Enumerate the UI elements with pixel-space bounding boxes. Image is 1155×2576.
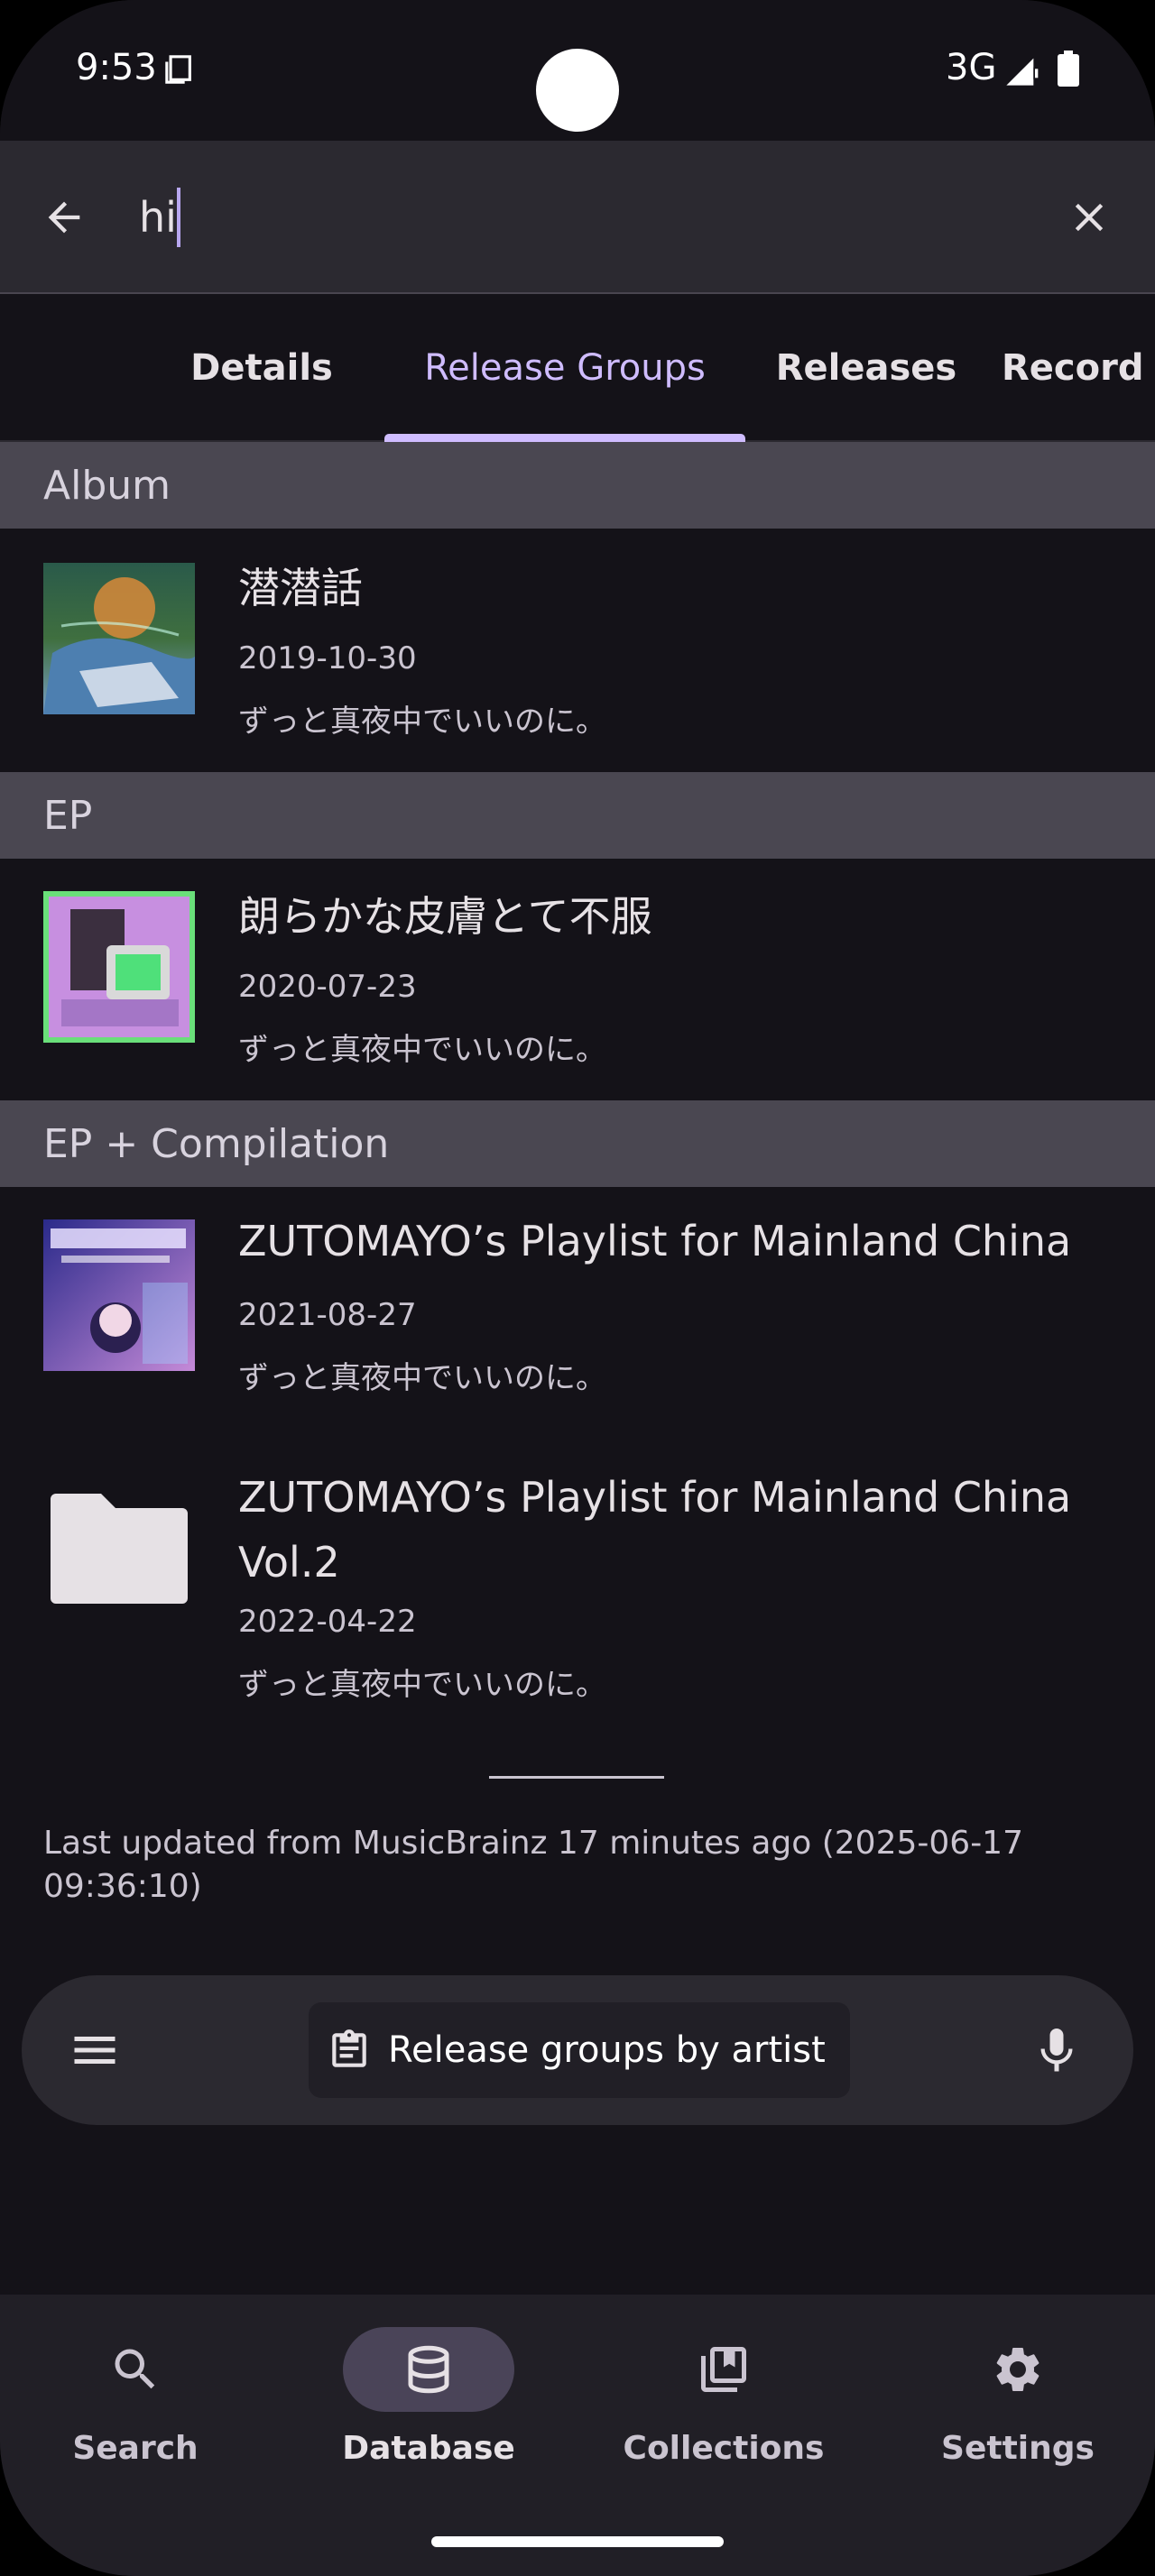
- search-input[interactable]: [139, 179, 1041, 256]
- search-bar: [0, 141, 1155, 294]
- database-icon: [408, 2345, 449, 2394]
- tab-indicator: [384, 434, 745, 442]
- nav-indicator: [50, 2327, 221, 2412]
- section-header-album: Album: [0, 442, 1155, 529]
- release-group-artist: ずっと真夜中でいいのに。: [238, 704, 606, 740]
- nav-label: Database: [342, 2430, 515, 2467]
- network-type: 3G: [946, 47, 997, 88]
- gear-icon: [996, 2348, 1040, 2391]
- nav-indicator: [343, 2327, 514, 2412]
- text-caret: [177, 188, 180, 247]
- nav-indicator: [932, 2327, 1104, 2412]
- bottom-search-bar: Release groups by artist: [22, 1975, 1133, 2125]
- album-art: [43, 891, 195, 1043]
- phone-screen: 9:53 3G Deta: [0, 0, 1155, 2576]
- list-item[interactable]: 潜潜話 2019-10-30 ずっと真夜中でいいのに。: [0, 529, 1155, 772]
- status-time: 9:53: [76, 47, 157, 88]
- bottom-navigation: Search Database Collections Settings: [0, 2295, 1155, 2576]
- list-item[interactable]: ZUTOMAYO’s Playlist for Mainland China V…: [0, 1429, 1155, 1735]
- tab-bar: Details Release Groups Releases Record: [0, 294, 1155, 442]
- list-item[interactable]: 朗らかな皮膚とて不服 2020-07-23 ずっと真夜中でいいのに。: [0, 859, 1155, 1100]
- tab-releases[interactable]: Releases: [767, 294, 966, 442]
- divider: [489, 1776, 664, 1779]
- arrow-back-icon: [48, 201, 80, 234]
- section-header-ep-compilation: EP + Compilation: [0, 1100, 1155, 1187]
- status-bar: 9:53 3G: [0, 0, 1155, 141]
- album-art: [43, 1219, 195, 1371]
- front-camera: [536, 49, 619, 132]
- list-item[interactable]: ZUTOMAYO’s Playlist for Mainland China 2…: [0, 1187, 1155, 1429]
- collections-icon: [701, 2347, 746, 2392]
- search-type-label: Release groups by artist: [388, 2029, 826, 2071]
- nav-item-search[interactable]: Search: [18, 2327, 253, 2489]
- voice-search-button[interactable]: [1025, 2015, 1088, 2087]
- close-icon: [1075, 203, 1104, 232]
- search-type-chip[interactable]: Release groups by artist: [309, 2002, 850, 2098]
- sim-card-icon: [165, 55, 191, 84]
- nav-label: Collections: [623, 2430, 825, 2467]
- section-header-ep: EP: [0, 772, 1155, 859]
- search-icon: [115, 2349, 155, 2389]
- home-indicator[interactable]: [431, 2536, 724, 2547]
- microphone-icon: [1040, 2029, 1073, 2072]
- release-group-title: 潜潜話: [238, 564, 363, 612]
- album-art: [43, 563, 195, 714]
- back-button[interactable]: [32, 186, 96, 249]
- release-group-title: ZUTOMAYO’s Playlist for Mainland China V…: [238, 1473, 1072, 1587]
- release-group-title: 朗らかな皮膚とて不服: [238, 892, 652, 941]
- tab-details[interactable]: Details: [171, 294, 352, 442]
- release-group-artist: ずっと真夜中でいいのに。: [238, 1360, 606, 1396]
- menu-icon: [74, 2037, 116, 2064]
- signal-icon: [1006, 58, 1039, 86]
- release-group-date: 2022-04-22: [238, 1604, 417, 1640]
- release-group-artist: ずっと真夜中でいいのに。: [238, 1032, 606, 1068]
- tab-recordings[interactable]: Record: [1002, 294, 1155, 442]
- menu-button[interactable]: [63, 2019, 126, 2082]
- clipboard-icon: [332, 2029, 366, 2067]
- nav-item-database[interactable]: Database: [311, 2327, 546, 2489]
- release-group-title: ZUTOMAYO’s Playlist for Mainland China: [238, 1217, 1072, 1265]
- last-updated-text: Last updated from MusicBrainz 17 minutes…: [43, 1825, 1023, 1905]
- release-group-date: 2021-08-27: [238, 1297, 417, 1333]
- release-group-artist: ずっと真夜中でいいのに。: [238, 1667, 606, 1703]
- nav-label: Search: [72, 2430, 199, 2467]
- nav-item-settings[interactable]: Settings: [901, 2327, 1135, 2489]
- nav-item-collections[interactable]: Collections: [606, 2327, 841, 2489]
- release-group-date: 2019-10-30: [238, 640, 417, 676]
- release-group-date: 2020-07-23: [238, 969, 417, 1005]
- nav-label: Settings: [941, 2430, 1095, 2467]
- battery-icon: [1058, 51, 1079, 87]
- clear-button[interactable]: [1058, 186, 1121, 249]
- nav-indicator: [638, 2327, 809, 2412]
- folder-icon: [43, 1472, 195, 1624]
- tab-release-groups[interactable]: Release Groups: [384, 294, 745, 442]
